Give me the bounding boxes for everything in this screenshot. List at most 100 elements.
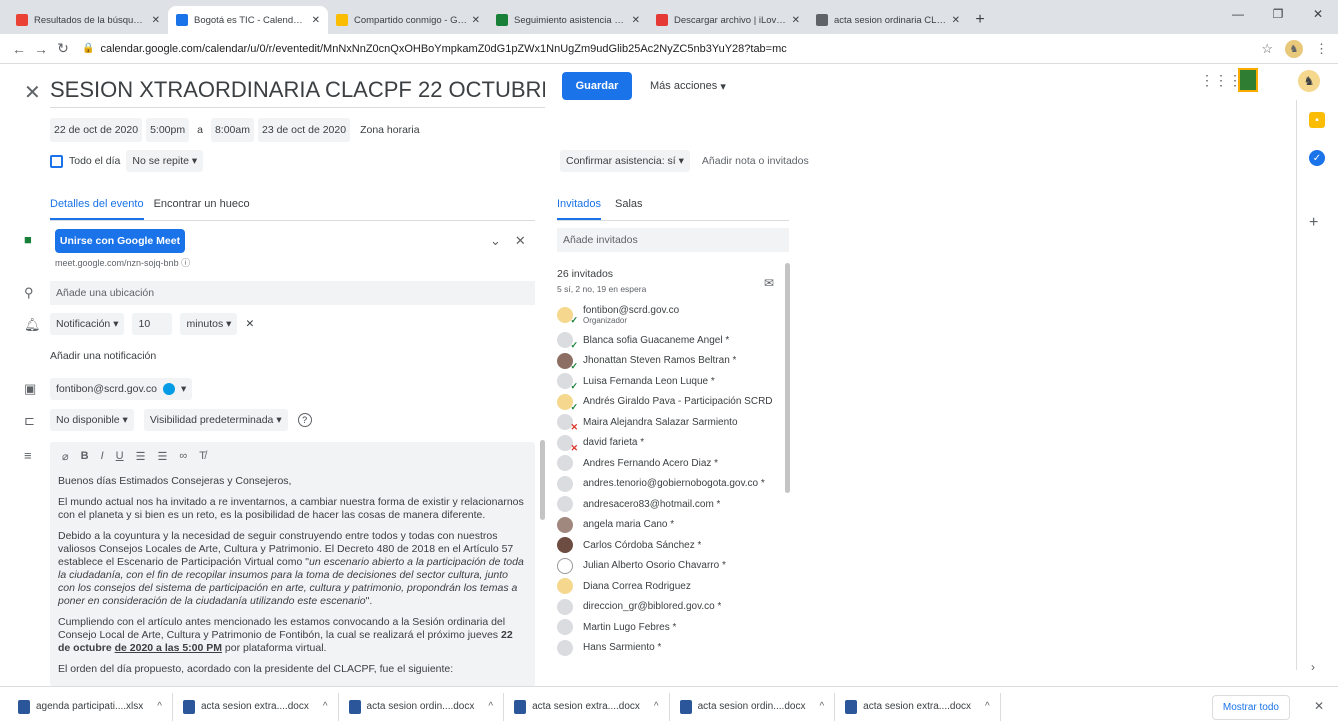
tab-close-icon[interactable]: ✕ xyxy=(312,15,320,26)
timezone-link[interactable]: Zona horaria xyxy=(354,118,426,142)
star-icon[interactable]: ☆ xyxy=(1261,41,1273,57)
tab-find-slot[interactable]: Encontrar un hueco xyxy=(154,194,250,220)
browser-tab[interactable]: Descargar archivo | iLovePDF ✕ xyxy=(648,6,808,34)
end-time-field[interactable]: 8:00am xyxy=(210,118,254,142)
browser-tab[interactable]: Resultados de la búsqueda - fon ✕ xyxy=(8,6,168,34)
repeat-dropdown[interactable]: No se repite ▾ xyxy=(126,150,204,172)
meet-link[interactable]: meet.google.com/nzn-sojq-bnb ⓘ xyxy=(55,256,190,269)
tab-close-icon[interactable]: ✕ xyxy=(632,15,640,26)
close-downloads-icon[interactable]: ✕ xyxy=(1314,699,1324,713)
menu-icon[interactable]: ⋮ xyxy=(1315,41,1328,57)
keep-icon[interactable]: ▪ xyxy=(1309,112,1325,128)
forward-icon[interactable]: → xyxy=(30,41,52,57)
guest-row[interactable]: ✓ Jhonattan Steven Ramos Beltran * xyxy=(557,351,787,372)
italic-icon[interactable]: I xyxy=(101,450,104,463)
guest-list-scrollbar[interactable] xyxy=(785,263,790,493)
guest-row[interactable]: angela maria Cano * xyxy=(557,515,787,536)
notification-type-dropdown[interactable]: Notificación ▾ xyxy=(50,313,125,335)
guest-row[interactable]: andresacero83@hotmail.com * xyxy=(557,494,787,515)
clear-format-icon[interactable]: T̸ xyxy=(199,450,206,463)
guest-row[interactable]: ✓ Andrés Giraldo Pava - Participación SCR… xyxy=(557,392,787,413)
tasks-icon[interactable]: ✓ xyxy=(1309,150,1325,166)
remove-meet-icon[interactable]: ✕ xyxy=(515,233,526,249)
notification-value-input[interactable]: 10 xyxy=(132,313,173,335)
browser-tab[interactable]: Seguimiento asistencia CLACPs ✕ xyxy=(488,6,648,34)
download-item[interactable]: agenda participati....xlsx ^ xyxy=(8,692,173,721)
location-input[interactable]: Añade una ubicación xyxy=(50,281,535,305)
add-guests-input[interactable]: Añade invitados xyxy=(557,228,789,252)
email-guests-icon[interactable]: ✉ xyxy=(764,276,774,290)
remove-notification-icon[interactable]: ✕ xyxy=(245,318,254,330)
confirm-attendance-dropdown[interactable]: Confirmar asistencia: sí ▾ xyxy=(560,150,690,172)
description-scrollbar[interactable] xyxy=(540,440,545,520)
guest-row[interactable]: ✓ Blanca sofia Guacaneme Angel * xyxy=(557,330,787,351)
tab-rooms[interactable]: Salas xyxy=(615,194,643,220)
chevron-up-icon[interactable]: ^ xyxy=(157,701,162,712)
profile-avatar[interactable]: ♞ xyxy=(1285,40,1303,58)
notification-unit-dropdown[interactable]: minutos ▾ xyxy=(180,313,238,335)
add-addon-icon[interactable]: + xyxy=(1309,214,1318,232)
tab-close-icon[interactable]: ✕ xyxy=(152,15,160,26)
chevron-up-icon[interactable]: ^ xyxy=(488,701,493,712)
calendar-selector[interactable]: fontibon@scrd.gov.co ▾ xyxy=(50,378,193,400)
chevron-up-icon[interactable]: ^ xyxy=(323,701,328,712)
download-item[interactable]: acta sesion ordin....docx ^ xyxy=(339,692,505,721)
download-item[interactable]: acta sesion extra....docx ^ xyxy=(173,692,339,721)
link-icon[interactable]: ∞ xyxy=(179,450,187,463)
more-actions-button[interactable]: Más acciones ▾ xyxy=(642,72,734,100)
browser-tab[interactable]: Bogotá es TIC - Calendar - Detal ✕ xyxy=(168,6,328,34)
tab-close-icon[interactable]: ✕ xyxy=(472,15,480,26)
chevron-up-icon[interactable]: ^ xyxy=(654,701,659,712)
chevron-up-icon[interactable]: ^ xyxy=(819,701,824,712)
download-item[interactable]: acta sesion extra....docx ^ xyxy=(835,692,1001,721)
show-all-button[interactable]: Mostrar todo xyxy=(1211,695,1290,720)
close-window-icon[interactable]: ✕ xyxy=(1298,0,1338,28)
chevron-down-icon[interactable]: ⌄ xyxy=(490,233,501,249)
attach-icon[interactable]: ⌀ xyxy=(62,450,69,463)
help-icon[interactable]: ? xyxy=(297,413,312,427)
guest-row[interactable]: Carlos Córdoba Sánchez * xyxy=(557,535,787,556)
reload-icon[interactable]: ↻ xyxy=(52,40,74,57)
guest-row[interactable]: Martin Lugo Febres * xyxy=(557,617,787,638)
guest-row[interactable]: ✓ Luisa Fernanda Leon Luque * xyxy=(557,371,787,392)
add-note-link[interactable]: Añadir nota o invitados xyxy=(702,155,809,167)
minimize-icon[interactable]: — xyxy=(1218,0,1258,28)
guest-row[interactable]: Hans Sarmiento * xyxy=(557,638,787,659)
event-title-input[interactable]: SESION XTRAORDINARIA CLACPF 22 OCTUBRE 2… xyxy=(50,72,545,108)
organization-logo[interactable] xyxy=(1238,68,1258,92)
browser-tab[interactable]: acta sesion ordinaria CLACPF 1d ✕ xyxy=(808,6,968,34)
numbered-list-icon[interactable]: ☰ xyxy=(136,450,146,463)
bold-icon[interactable]: B xyxy=(81,450,89,463)
guest-row[interactable]: ✕ Maira Alejandra Salazar Sarmiento xyxy=(557,412,787,433)
account-avatar[interactable]: ♞ xyxy=(1298,70,1320,92)
add-notification-link[interactable]: Añadir una notificación xyxy=(50,350,156,362)
close-icon[interactable]: ✕ xyxy=(24,80,41,105)
guest-row[interactable]: ✓ fontibon@scrd.gov.co Organizador xyxy=(557,300,787,330)
download-item[interactable]: acta sesion ordin....docx ^ xyxy=(670,692,836,721)
description-editor[interactable]: ⌀ B I U ☰ ☰ ∞ T̸ Buenos días Estimados C… xyxy=(50,442,535,687)
url-field[interactable]: 🔒 calendar.google.com/calendar/u/0/r/eve… xyxy=(82,43,787,55)
restore-icon[interactable]: ❐ xyxy=(1258,0,1298,28)
all-day-checkbox[interactable] xyxy=(50,154,63,168)
guest-row[interactable]: ✕ david farieta * xyxy=(557,433,787,454)
tab-event-details[interactable]: Detalles del evento xyxy=(50,194,144,220)
chevron-up-icon[interactable]: ^ xyxy=(985,701,990,712)
start-date-field[interactable]: 22 de oct de 2020 xyxy=(50,118,143,142)
end-date-field[interactable]: 23 de oct de 2020 xyxy=(257,118,351,142)
bullet-list-icon[interactable]: ☰ xyxy=(157,450,167,463)
guest-row[interactable]: Diana Correa Rodriguez xyxy=(557,576,787,597)
underline-icon[interactable]: U xyxy=(116,450,124,463)
apps-grid-icon[interactable]: ⋮⋮⋮ xyxy=(1200,72,1242,89)
availability-dropdown[interactable]: No disponible ▾ xyxy=(50,409,134,431)
guest-row[interactable]: direccion_gr@biblored.gov.co * xyxy=(557,597,787,618)
start-time-field[interactable]: 5:00pm xyxy=(146,118,190,142)
guest-row[interactable]: Julian Alberto Osorio Chavarro * xyxy=(557,556,787,577)
tab-close-icon[interactable]: ✕ xyxy=(792,15,800,26)
download-item[interactable]: acta sesion extra....docx ^ xyxy=(504,692,670,721)
browser-tab[interactable]: Compartido conmigo - Google D ✕ xyxy=(328,6,488,34)
guest-row[interactable]: andres.tenorio@gobiernobogota.gov.co * xyxy=(557,474,787,495)
tab-close-icon[interactable]: ✕ xyxy=(952,15,960,26)
visibility-dropdown[interactable]: Visibilidad predeterminada ▾ xyxy=(143,409,288,431)
save-button[interactable]: Guardar xyxy=(562,72,632,100)
join-meet-button[interactable]: Unirse con Google Meet xyxy=(55,229,185,253)
